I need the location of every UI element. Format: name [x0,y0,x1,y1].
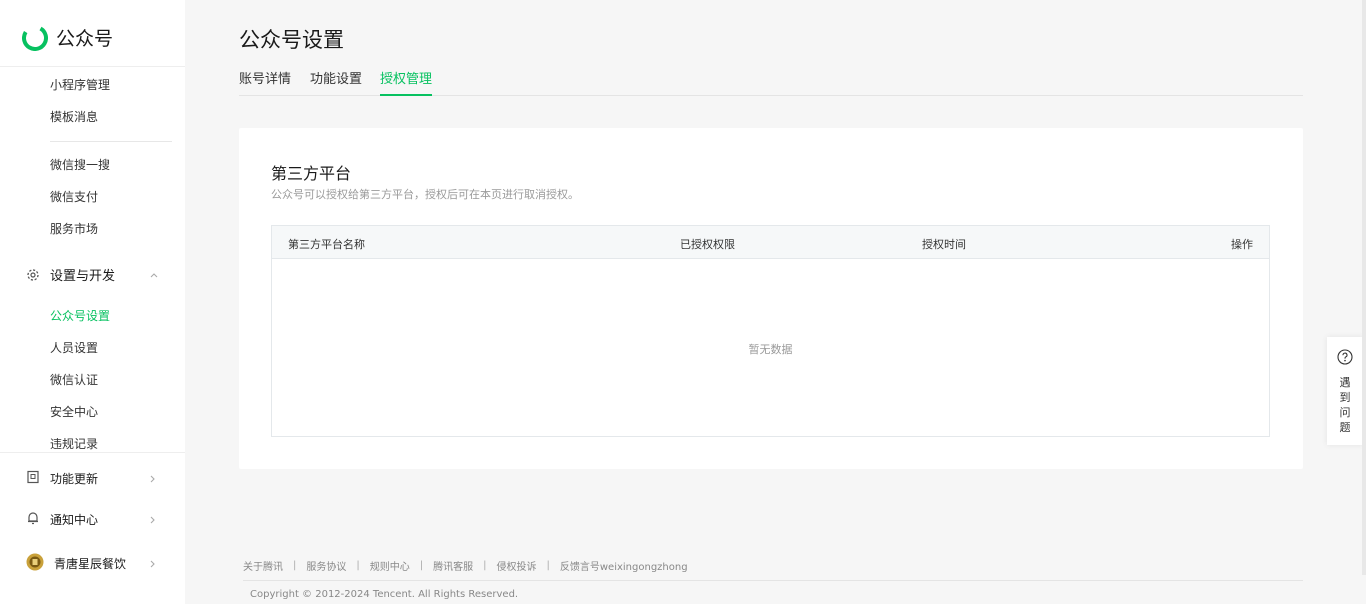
sidebar-group-label: 设置与开发 [50,269,116,284]
sidebar: 公众号 小程序管理 模板消息 微信搜一搜 微信支付 服务市场 设置与开发 公众号… [0,0,185,604]
footer-links: 关于腾讯 | 服务协议 | 规则中心 | 腾讯客服 | 侵权投诉 | 反馈言号w… [243,558,688,573]
sidebar-item-account-profile[interactable]: 青唐星辰餐饮 [26,553,164,574]
footer-separator: | [356,560,360,571]
footer-link-about[interactable]: 关于腾讯 [243,558,283,573]
page-title: 公众号设置 [239,28,344,52]
column-header-auth-time: 授权时间 [922,238,966,251]
sidebar-item-template-message[interactable]: 模板消息 [50,109,98,125]
sidebar-bottom-label: 通知中心 [50,513,99,527]
avatar [26,553,44,574]
gear-icon [26,268,40,282]
sidebar-item-service-market[interactable]: 服务市场 [50,221,98,237]
footer-link-service-agreement[interactable]: 服务协议 [306,558,346,573]
sidebar-item-notification-center[interactable]: 通知中心 [26,511,164,528]
chevron-right-icon [146,514,158,526]
card-title: 第三方平台 [271,164,352,183]
footer-separator: | [293,560,297,571]
sidebar-item-security-center[interactable]: 安全中心 [50,404,98,420]
sidebar-bottom-label: 功能更新 [50,472,99,486]
question-icon [1337,349,1353,369]
footer-link-feedback[interactable]: 反馈言号weixingongzhong [560,558,688,573]
logo-text: 公众号 [56,28,114,50]
sidebar-item-account-settings[interactable]: 公众号设置 [50,308,110,324]
sidebar-separator [50,141,172,142]
column-header-platform-name: 第三方平台名称 [288,238,365,251]
sidebar-item-wechat-verification[interactable]: 微信认证 [50,372,98,388]
scrollbar[interactable] [1362,0,1366,575]
footer-divider [243,580,1303,581]
sidebar-bottom-label: 青唐星辰餐饮 [54,557,127,571]
bell-icon [26,511,40,528]
footer-link-customer-service[interactable]: 腾讯客服 [433,558,473,573]
wechat-official-account-logo-icon [22,24,48,51]
column-header-actions: 操作 [1231,238,1253,251]
notebook-icon [26,470,40,487]
card-description: 公众号可以授权给第三方平台，授权后可在本页进行取消授权。 [271,188,579,201]
chevron-right-icon [146,558,158,570]
sidebar-item-violation-records[interactable]: 违规记录 [50,436,98,452]
tab-account-details[interactable]: 账号详情 [239,68,291,96]
footer-separator: | [546,560,550,571]
tab-authorization-management[interactable]: 授权管理 [380,68,433,96]
sidebar-item-wechat-pay[interactable]: 微信支付 [50,189,98,205]
footer-separator: | [483,560,487,571]
sidebar-item-mini-program[interactable]: 小程序管理 [50,77,110,93]
sidebar-group-settings-dev[interactable]: 设置与开发 [26,265,166,284]
sidebar-divider [0,452,185,453]
copyright-text: Copyright © 2012-2024 Tencent. All Right… [250,589,519,600]
footer-separator: | [419,560,424,571]
chevron-up-icon [148,269,160,281]
third-party-card: 第三方平台 公众号可以授权给第三方平台，授权后可在本页进行取消授权。 第三方平台… [239,128,1303,469]
authorization-table: 第三方平台名称 已授权权限 授权时间 操作 暂无数据 [271,225,1270,437]
help-float-button[interactable]: 遇到问题 [1327,337,1363,445]
footer-link-rules-center[interactable]: 规则中心 [370,558,410,573]
help-text: 遇到问题 [1339,376,1351,434]
tab-bar: 账号详情 功能设置 授权管理 [239,68,1303,96]
logo[interactable]: 公众号 [22,24,113,51]
empty-state-text: 暂无数据 [748,343,793,356]
column-header-permissions: 已授权权限 [680,238,735,251]
footer-link-infringement[interactable]: 侵权投诉 [497,558,537,573]
tab-feature-settings[interactable]: 功能设置 [310,68,362,96]
sidebar-item-member-settings[interactable]: 人员设置 [50,340,98,356]
chevron-right-icon [146,473,158,485]
sidebar-divider [0,66,185,67]
sidebar-item-wechat-search[interactable]: 微信搜一搜 [50,157,110,173]
sidebar-item-feature-updates[interactable]: 功能更新 [26,470,164,487]
table-header: 第三方平台名称 已授权权限 授权时间 操作 [272,226,1269,259]
